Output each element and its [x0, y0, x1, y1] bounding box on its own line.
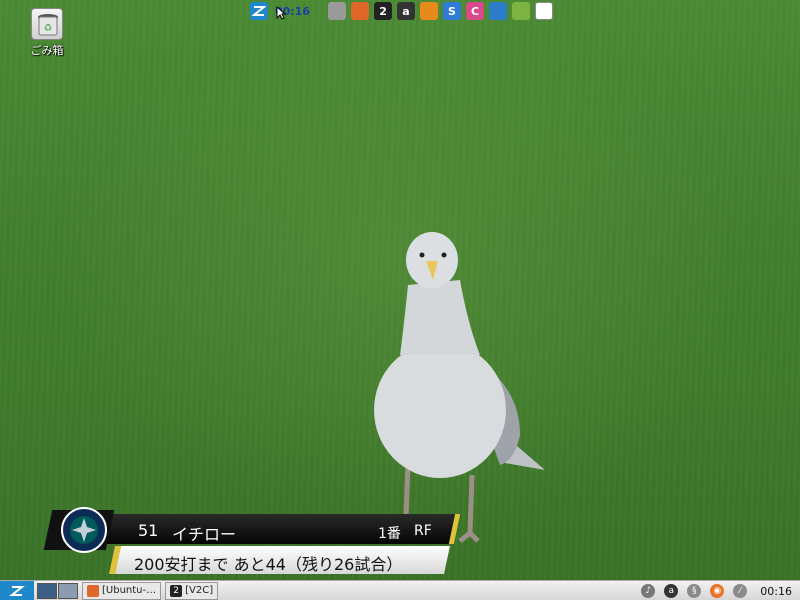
player-name: イチロー [172, 525, 237, 544]
amazon-icon[interactable]: a [397, 2, 416, 20]
network-tray-icon[interactable]: ⁄ [733, 584, 748, 598]
firefox-icon[interactable] [351, 2, 370, 20]
mouse-cursor-icon [276, 6, 286, 20]
workspace-1[interactable] [37, 582, 57, 599]
start-button[interactable] [0, 580, 34, 600]
score-overlay: 51 イチロー 1番 RF 200安打まで あと44（残り26試合） [42, 507, 462, 578]
team-logo-icon [61, 507, 107, 553]
trash-desktop-icon[interactable]: ♻ ごみ箱 [26, 8, 68, 58]
seagull-image [374, 232, 545, 543]
trash-icon: ♻ [31, 8, 63, 40]
player-number: 51 [138, 521, 159, 540]
player-position: RF [414, 523, 432, 539]
task-button[interactable]: 2 [V2C] [165, 581, 219, 600]
window-icon[interactable] [535, 2, 554, 20]
score-caption: 200安打まで あと44（残り26試合） [134, 555, 403, 574]
task-label: [V2C] [185, 585, 214, 596]
svg-text:♻: ♻ [44, 23, 53, 34]
amazon-tray-icon[interactable]: a [664, 584, 679, 598]
desktop-wallpaper [0, 0, 800, 580]
v2c-icon[interactable]: 2 [374, 2, 393, 20]
paint-icon[interactable]: C [466, 2, 485, 20]
android-icon[interactable] [512, 2, 531, 20]
firefox-icon [87, 584, 99, 597]
volume-icon[interactable]: ♪ [641, 584, 656, 598]
updates-icon[interactable]: § [687, 584, 702, 598]
synaptic-icon[interactable]: S [443, 2, 462, 20]
taskbar: [Ubuntu-… 2 [V2C] ♪ a § ◉ ⁄ 00:16 [0, 580, 800, 600]
top-dock: 00:16 2aSC [250, 0, 558, 22]
v2c-icon: 2 [170, 584, 183, 597]
trash-label: ごみ箱 [30, 44, 64, 57]
drive-icon[interactable] [328, 2, 347, 20]
workspace-2[interactable] [58, 582, 78, 599]
network-icon[interactable] [489, 2, 508, 20]
task-label: [Ubuntu-… [102, 585, 157, 596]
vlc-icon[interactable] [420, 2, 439, 20]
zorin-logo-icon [9, 585, 25, 596]
taskbar-clock[interactable]: 00:16 [760, 585, 792, 598]
system-tray: ♪ a § ◉ ⁄ 00:16 [641, 581, 800, 600]
batting-order: 1番 [378, 526, 401, 542]
zorin-icon[interactable] [250, 2, 268, 20]
ubuntu-one-icon[interactable]: ◉ [710, 584, 725, 598]
task-button[interactable]: [Ubuntu-… [82, 581, 162, 600]
